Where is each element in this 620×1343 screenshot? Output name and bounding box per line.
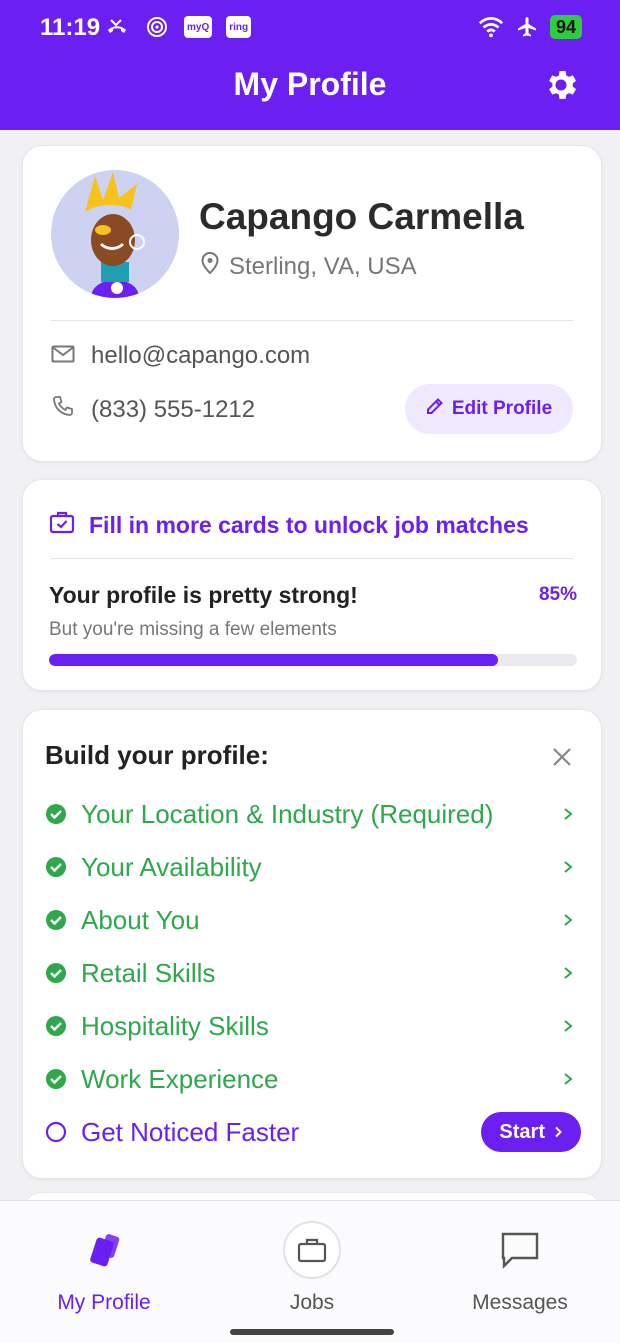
check-circle-icon [45,1015,67,1037]
check-circle-icon [45,962,67,984]
pencil-icon [426,397,444,421]
chevron-right-icon [561,860,575,874]
status-bar: 11:19 myQ ring 94 [0,0,620,58]
unlock-text: Fill in more cards to unlock job matches [89,511,529,538]
checklist-item[interactable]: Hospitality Skills [45,1006,579,1046]
checklist-item[interactable]: Your Location & Industry (Required) [45,794,579,834]
start-button[interactable]: Start [481,1112,581,1152]
strength-percent: 85% [538,584,577,605]
missed-call-icon [104,14,130,40]
nav-messages[interactable]: Messages [440,1221,600,1315]
nav-label: Jobs [289,1291,335,1314]
start-label: Start [499,1120,545,1143]
check-circle-icon [45,909,67,931]
checklist-item-label: Work Experience [81,1063,279,1094]
chevron-right-icon [561,913,575,927]
profile-location: Sterling, VA, USA [201,251,417,281]
close-button[interactable] [551,746,575,770]
message-icon [440,1221,600,1279]
chevron-right-icon [553,1121,563,1144]
status-time: 11:19 [40,14,101,41]
check-circle-icon [45,856,67,878]
home-indicator [230,1329,394,1335]
email-row: hello@capango.com [51,342,310,370]
profile-strength-card: Fill in more cards to unlock job matches… [22,479,602,691]
nav-my-profile[interactable]: My Profile [24,1221,184,1315]
battery-indicator: 94 [549,15,582,39]
status-system-icons: 94 [478,14,582,40]
divider [51,320,573,321]
target-icon [144,14,170,40]
nav-label: Messages [472,1291,568,1314]
location-text: Sterling, VA, USA [229,252,417,280]
phone-row: (833) 555-1212 [51,394,255,425]
status-notification-icons: myQ ring [104,14,252,40]
divider [51,558,573,559]
wifi-icon [478,14,504,40]
airplane-icon [514,14,540,40]
nav-jobs-icon-wrap [232,1221,392,1279]
page-title: My Profile [233,66,387,102]
phone-icon [51,394,75,425]
edit-profile-label: Edit Profile [451,398,553,419]
checklist-item[interactable]: Your Availability [45,847,579,887]
check-circle-icon [45,1068,67,1090]
check-circle-icon [45,803,67,825]
nav-jobs[interactable]: Jobs [232,1221,392,1315]
ring-app-icon: ring [226,16,252,38]
close-icon [551,748,573,772]
settings-button[interactable] [542,66,580,104]
checklist-item-label: Your Availability [81,851,262,882]
profile-name: Capango Carmella [199,196,524,237]
checklist-item-label: Get Noticed Faster [81,1116,300,1147]
avatar[interactable] [51,170,179,298]
checklist-item-label: Retail Skills [81,957,216,988]
checklist-item[interactable]: Get Noticed Faster Start [45,1112,581,1152]
checklist-item[interactable]: About You [45,900,579,940]
location-pin-icon [201,251,219,281]
mail-icon [51,342,75,370]
progress-bar-fill [49,654,498,666]
chevron-right-icon [561,1019,575,1033]
bottom-nav: My Profile Jobs Messages [0,1200,620,1343]
checklist-item[interactable]: Retail Skills [45,953,579,993]
checklist-item-label: Hospitality Skills [81,1010,269,1041]
checklist-item-label: About You [81,904,200,935]
build-profile-title: Build your profile: [45,740,269,770]
nav-label: My Profile [57,1291,151,1314]
app-header: 11:19 myQ ring 94 My Profile [0,0,620,130]
profile-card: Capango Carmella Sterling, VA, USA hello… [22,145,602,462]
edit-profile-button[interactable]: Edit Profile [405,384,573,434]
phone-text: (833) 555-1212 [91,395,256,423]
unlock-banner[interactable]: Fill in more cards to unlock job matches [49,510,529,540]
myq-app-icon: myQ [184,16,213,38]
chevron-right-icon [561,966,575,980]
email-text: hello@capango.com [91,342,311,369]
strength-subtext: But you're missing a few elements [49,619,337,640]
checklist-item[interactable]: Work Experience [45,1059,579,1099]
briefcase-check-icon [49,510,75,540]
progress-bar [49,654,577,666]
checklist-item-label: Your Location & Industry (Required) [81,798,494,829]
build-profile-card: Build your profile: Your Location & Indu… [22,709,602,1179]
briefcase-icon [283,1221,341,1279]
strength-heading: Your profile is pretty strong! [49,582,358,608]
empty-circle-icon [45,1121,67,1143]
chevron-right-icon [561,807,575,821]
chevron-right-icon [561,1072,575,1086]
profile-cards-icon [24,1221,184,1279]
gear-icon [542,71,580,108]
